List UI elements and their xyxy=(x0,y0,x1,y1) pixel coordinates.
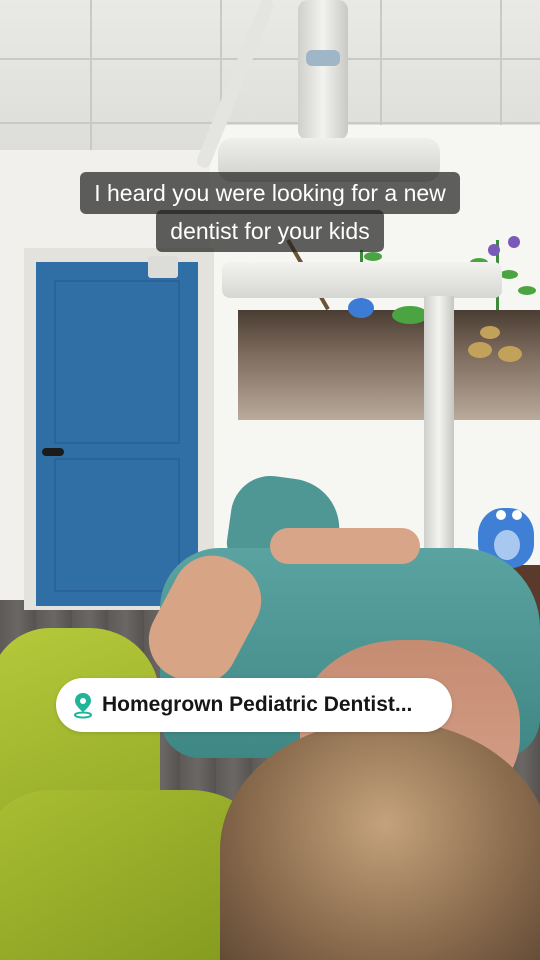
mural-leaf xyxy=(518,286,536,295)
mural-potato xyxy=(498,346,522,362)
ceiling-tile-line xyxy=(0,122,540,124)
dental-light-pole xyxy=(424,296,454,556)
dental-light-bar xyxy=(222,262,502,298)
caption-line-2: dentist for your kids xyxy=(156,210,384,252)
mural-leaf xyxy=(364,252,382,261)
location-sticker[interactable]: Homegrown Pediatric Dentist... xyxy=(56,678,452,732)
mural-leaf xyxy=(392,306,428,324)
plush-toy-eye xyxy=(512,510,522,520)
video-frame: I heard you were looking for a new denti… xyxy=(0,0,540,960)
caption-line-1: I heard you were looking for a new xyxy=(80,172,460,214)
caption: I heard you were looking for a new denti… xyxy=(0,172,540,252)
dental-light-column xyxy=(298,0,348,140)
location-label: Homegrown Pediatric Dentist... xyxy=(102,693,413,716)
ceiling-tile-line xyxy=(0,58,540,60)
plush-toy-belly xyxy=(494,530,520,560)
map-pin-icon xyxy=(74,693,92,719)
door-panel xyxy=(54,458,180,592)
door-panel xyxy=(54,280,180,444)
ceiling-tile-line xyxy=(90,0,92,160)
plush-toy-eye xyxy=(496,510,506,520)
door-handle xyxy=(42,448,64,456)
door-closer xyxy=(148,256,178,278)
mural-potato xyxy=(468,342,492,358)
blue-door xyxy=(36,262,198,606)
person-hands xyxy=(270,528,420,564)
mural-blue-bulb xyxy=(348,298,374,318)
dental-light-ring xyxy=(306,50,340,66)
mural-leaf xyxy=(500,270,518,279)
mural-potato xyxy=(480,326,500,339)
